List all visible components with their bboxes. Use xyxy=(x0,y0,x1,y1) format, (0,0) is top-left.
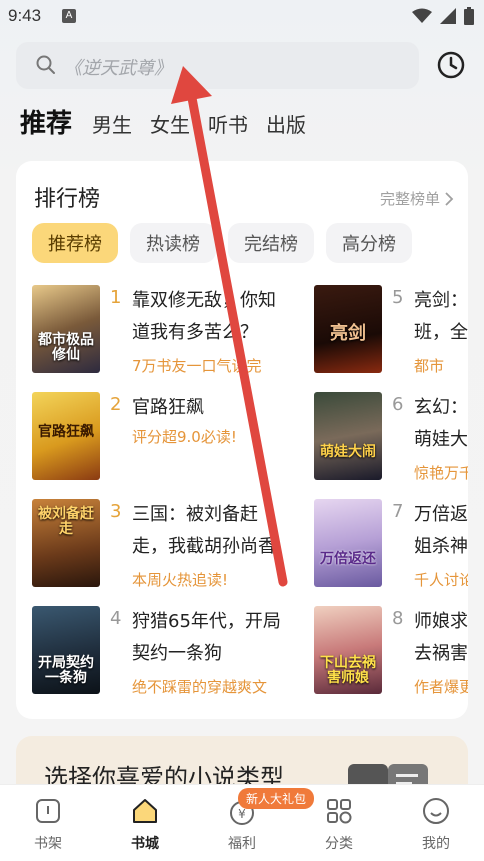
status-bar: 9:43 A xyxy=(0,0,484,34)
book-cover: 官路狂飙 xyxy=(32,392,100,480)
rank-number: 1 xyxy=(110,287,122,308)
list-item[interactable]: 开局契约一条狗 4 狩猎65年代，开局 契约一条狗 绝不踩雷的穿越爽文 xyxy=(32,606,302,698)
cover-title: 被刘备赶走 xyxy=(38,506,94,537)
book-tag: 评分超9.0必读! xyxy=(132,428,237,446)
book-title: 亮剑： 班，全 xyxy=(414,290,468,343)
chip-recommend[interactable]: 推荐榜 xyxy=(32,223,118,263)
book-cover: 都市极品修仙 xyxy=(32,285,100,373)
book-title: 官路狂飙 xyxy=(132,397,204,418)
cover-title: 开局契约一条狗 xyxy=(38,655,94,686)
chip-completed[interactable]: 完结榜 xyxy=(228,223,314,263)
nav-label: 书架 xyxy=(34,836,62,852)
list-item[interactable]: 官路狂飙 2 官路狂飙 评分超9.0必读! xyxy=(32,392,302,484)
book-cover: 亮剑 xyxy=(314,285,382,373)
search-icon xyxy=(36,55,55,74)
cover-title: 万倍返还 xyxy=(320,551,376,567)
tab-recommend[interactable]: 推荐 xyxy=(20,103,72,140)
category-grid-icon xyxy=(327,799,352,824)
status-icons xyxy=(412,7,474,25)
signal-icon xyxy=(440,8,456,24)
bookshelf-icon xyxy=(36,799,60,823)
book-title: 万倍返 姐杀神 xyxy=(414,504,468,557)
book-tag: 本周火热追读! xyxy=(132,571,229,589)
tab-published[interactable]: 出版 xyxy=(266,109,306,138)
book-tag: 千人讨论 xyxy=(414,571,468,589)
list-item[interactable]: 被刘备赶走 3 三国：被刘备赶 走，我截胡孙尚香 本周火热追读! xyxy=(32,499,302,591)
list-item[interactable]: 萌娃大闹 6 玄幻： 萌娃大 惊艳万千 xyxy=(314,392,468,484)
rank-number: 7 xyxy=(392,501,404,522)
book-title: 三国：被刘备赶 走，我截胡孙尚香 xyxy=(132,504,276,557)
rank-number: 4 xyxy=(110,608,122,629)
cover-title: 亮剑 xyxy=(330,323,366,344)
rank-number: 2 xyxy=(110,394,122,415)
cover-title: 萌娃大闹 xyxy=(320,444,376,460)
svg-text:¥: ¥ xyxy=(238,807,246,821)
nav-label: 福利 xyxy=(228,836,256,852)
new-user-gift-badge[interactable]: 新人大礼包 xyxy=(238,788,315,809)
book-title: 玄幻： 萌娃大 xyxy=(414,397,468,450)
book-cover: 被刘备赶走 xyxy=(32,499,100,587)
book-cover: 开局契约一条狗 xyxy=(32,606,100,694)
bookstore-home-icon xyxy=(133,799,157,823)
nav-profile[interactable]: 我的 xyxy=(406,797,466,853)
book-title: 师娘求 去祸害 xyxy=(414,611,468,664)
nav-bookstore[interactable]: 书城 xyxy=(115,797,175,853)
wifi-icon xyxy=(412,8,432,23)
channel-tabs: 推荐 男生 女生 听书 出版 xyxy=(20,103,324,140)
book-tag: 作者爆更 xyxy=(414,678,468,696)
book-tag: 绝不踩雷的穿越爽文 xyxy=(132,678,268,696)
list-item[interactable]: 万倍返还 7 万倍返 姐杀神 千人讨论 xyxy=(314,499,468,591)
battery-icon xyxy=(464,7,474,25)
full-ranking-link[interactable]: 完整榜单 xyxy=(380,188,454,209)
notification-icon: A xyxy=(62,9,76,23)
search-placeholder: 《逆天武尊》 xyxy=(64,58,172,79)
cover-title: 都市极品修仙 xyxy=(38,332,94,363)
book-title: 狩猎65年代，开局 契约一条狗 xyxy=(132,611,281,664)
book-tag: 7万书友一口气读完 xyxy=(132,357,262,375)
chip-high-score[interactable]: 高分榜 xyxy=(326,223,412,263)
nav-bookshelf[interactable]: 书架 xyxy=(18,797,78,853)
cover-title: 下山去祸害师娘 xyxy=(320,655,376,686)
book-cover: 萌娃大闹 xyxy=(314,392,382,480)
book-title: 靠双修无敌，你知 道我有多苦么？ xyxy=(132,290,276,343)
ranking-title: 排行榜 xyxy=(34,187,101,212)
book-tag: 惊艳万千 xyxy=(414,464,468,482)
nav-label: 我的 xyxy=(422,836,450,852)
nav-label: 分类 xyxy=(325,836,353,852)
status-time: 9:43 xyxy=(8,6,42,25)
book-cover: 下山去祸害师娘 xyxy=(314,606,382,694)
chip-hot[interactable]: 热读榜 xyxy=(130,223,216,263)
search-input[interactable]: 《逆天武尊》 xyxy=(16,42,419,89)
ranking-chips: 推荐榜 热读榜 完结榜 高分榜 xyxy=(32,223,412,263)
list-item[interactable]: 都市极品修仙 1 靠双修无敌，你知 道我有多苦么？ 7万书友一口气读完 xyxy=(32,285,302,377)
rank-number: 6 xyxy=(392,394,404,415)
book-tag: 都市 xyxy=(414,357,445,375)
tab-female[interactable]: 女生 xyxy=(150,109,190,138)
book-cover: 万倍返还 xyxy=(314,499,382,587)
rank-number: 8 xyxy=(392,608,404,629)
rank-number: 3 xyxy=(110,501,122,522)
tab-male[interactable]: 男生 xyxy=(92,109,132,138)
history-clock-icon[interactable] xyxy=(436,50,466,80)
chevron-right-icon xyxy=(445,191,454,206)
nav-label: 书城 xyxy=(131,836,159,852)
cover-title: 官路狂飙 xyxy=(38,424,94,440)
list-item[interactable]: 下山去祸害师娘 8 师娘求 去祸害 作者爆更 xyxy=(314,606,468,698)
full-ranking-label: 完整榜单 xyxy=(379,190,440,208)
profile-smile-icon xyxy=(423,798,449,824)
ranking-card: 排行榜 完整榜单 推荐榜 热读榜 完结榜 高分榜 都市极品修仙 1 靠双修无敌，… xyxy=(16,161,468,719)
tab-audiobook[interactable]: 听书 xyxy=(208,109,248,138)
list-item[interactable]: 亮剑 5 亮剑： 班，全 都市 xyxy=(314,285,468,377)
rank-number: 5 xyxy=(392,287,404,308)
nav-category[interactable]: 分类 xyxy=(309,797,369,853)
